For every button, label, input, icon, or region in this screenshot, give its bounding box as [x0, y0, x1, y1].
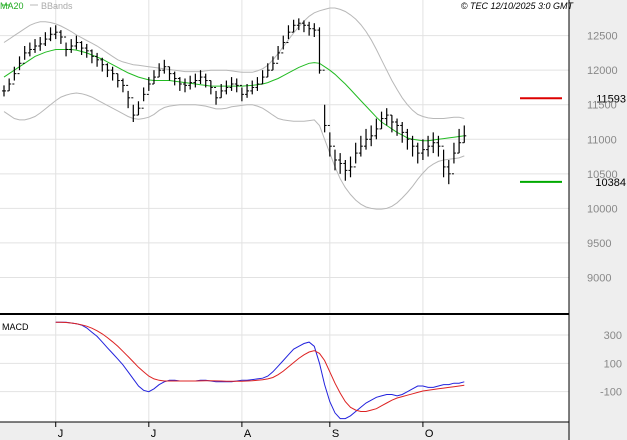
month-tick-label: J	[151, 428, 157, 440]
stock-chart: 1159310384 90009500100001050011000115001…	[0, 0, 627, 440]
price-tick-label: 11000	[587, 134, 617, 146]
copyright-text: © TEC 12/10/2025 3:0 GMT	[461, 1, 575, 11]
macd-tick-label: 300	[604, 330, 622, 342]
month-tick-label: S	[332, 428, 339, 440]
month-tick-label: A	[244, 428, 252, 440]
price-panel-bg	[0, 0, 569, 313]
ma20-legend-label: MA20	[0, 1, 24, 11]
macd-tick-labels: 300 100 -100	[600, 330, 622, 399]
macd-tick-label: 100	[604, 358, 622, 370]
price-tick-label: 10000	[587, 203, 618, 215]
price-tick-label: 12500	[587, 31, 618, 43]
price-tick-label: 9000	[587, 272, 611, 284]
macd-title: MACD	[2, 322, 29, 332]
bbands-legend-label: BBands	[41, 1, 73, 11]
month-tick-label: O	[425, 428, 434, 440]
bottom-axis-bg	[0, 422, 569, 440]
price-tick-label: 12000	[587, 65, 618, 77]
macd-panel-bg	[0, 316, 569, 422]
price-tick-label: 11500	[587, 100, 617, 112]
price-tick-label: 10500	[587, 169, 618, 181]
price-tick-label: 9500	[587, 238, 611, 250]
month-tick-label: J	[58, 428, 64, 440]
macd-tick-label: -100	[600, 387, 622, 399]
